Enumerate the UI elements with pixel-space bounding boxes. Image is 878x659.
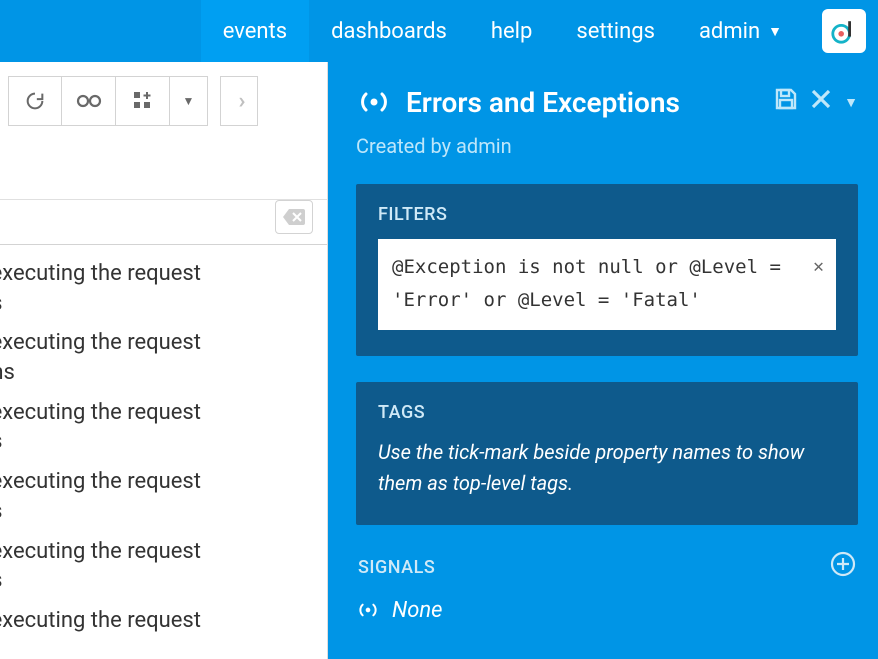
top-nav: events dashboards help settings admin ▼	[0, 0, 878, 62]
signals-none-label: None	[392, 598, 443, 623]
chevron-down-icon: ▼	[183, 94, 195, 108]
panel-menu-button[interactable]: ▼	[844, 94, 858, 111]
filters-label: FILTERS	[378, 204, 836, 225]
filters-panel: FILTERS @Exception is not null or @Level…	[356, 184, 858, 356]
refresh-button[interactable]	[8, 76, 62, 126]
app-logo[interactable]	[822, 9, 866, 53]
remove-filter-button[interactable]: ✕	[813, 251, 824, 283]
signal-icon	[356, 84, 392, 120]
list-item[interactable]: vhile executing the request9 ms	[0, 259, 327, 318]
signal-icon	[356, 598, 380, 622]
created-by-label: Created by admin	[356, 134, 858, 158]
event-list: vhile executing the request9 ms vhile ex…	[0, 245, 327, 636]
events-pane: ▼ ›› vhile executing the request9 ms vhi…	[0, 62, 328, 659]
list-item[interactable]: vhile executing the request4 ms	[0, 467, 327, 526]
nav-user-menu[interactable]: admin ▼	[677, 0, 804, 62]
signal-editor: Errors and Exceptions ▼ Created by admin…	[328, 62, 878, 659]
chevrons-right-icon: ››	[238, 89, 239, 114]
tail-button[interactable]	[62, 76, 116, 126]
expand-button[interactable]: ››	[220, 76, 258, 126]
toolbar: ▼ ››	[0, 62, 327, 140]
nav-dashboards[interactable]: dashboards	[309, 0, 469, 62]
nav-user-label: admin	[699, 19, 760, 44]
grid-add-button[interactable]	[116, 76, 170, 126]
add-signal-button[interactable]	[830, 551, 856, 584]
save-button[interactable]	[774, 87, 798, 118]
tags-label: TAGS	[378, 402, 836, 423]
search-area	[0, 140, 327, 200]
signals-label: SIGNALS	[358, 557, 435, 578]
chevron-down-icon: ▼	[768, 23, 782, 40]
nav-settings[interactable]: settings	[554, 0, 677, 62]
list-item[interactable]: vhile executing the request	[0, 606, 327, 636]
tags-hint: Use the tick-mark beside property names …	[378, 437, 836, 499]
tags-panel: TAGS Use the tick-mark beside property n…	[356, 382, 858, 525]
toolbar-more-button[interactable]: ▼	[170, 76, 208, 126]
list-item[interactable]: vhile executing the request98 ms	[0, 328, 327, 387]
filter-text: @Exception is not null or @Level = 'Erro…	[392, 256, 781, 311]
nav-events[interactable]: events	[201, 0, 309, 62]
filter-expression[interactable]: @Exception is not null or @Level = 'Erro…	[378, 239, 836, 330]
close-button[interactable]	[810, 87, 832, 117]
nav-list: events dashboards help settings admin ▼	[201, 0, 804, 62]
panel-title: Errors and Exceptions	[406, 86, 774, 119]
list-item[interactable]: vhile executing the request3 ms	[0, 398, 327, 457]
clear-filter-button[interactable]	[275, 200, 313, 234]
list-item[interactable]: vhile executing the request6 ms	[0, 537, 327, 596]
nav-help[interactable]: help	[469, 0, 555, 62]
signals-none: None	[356, 598, 858, 623]
